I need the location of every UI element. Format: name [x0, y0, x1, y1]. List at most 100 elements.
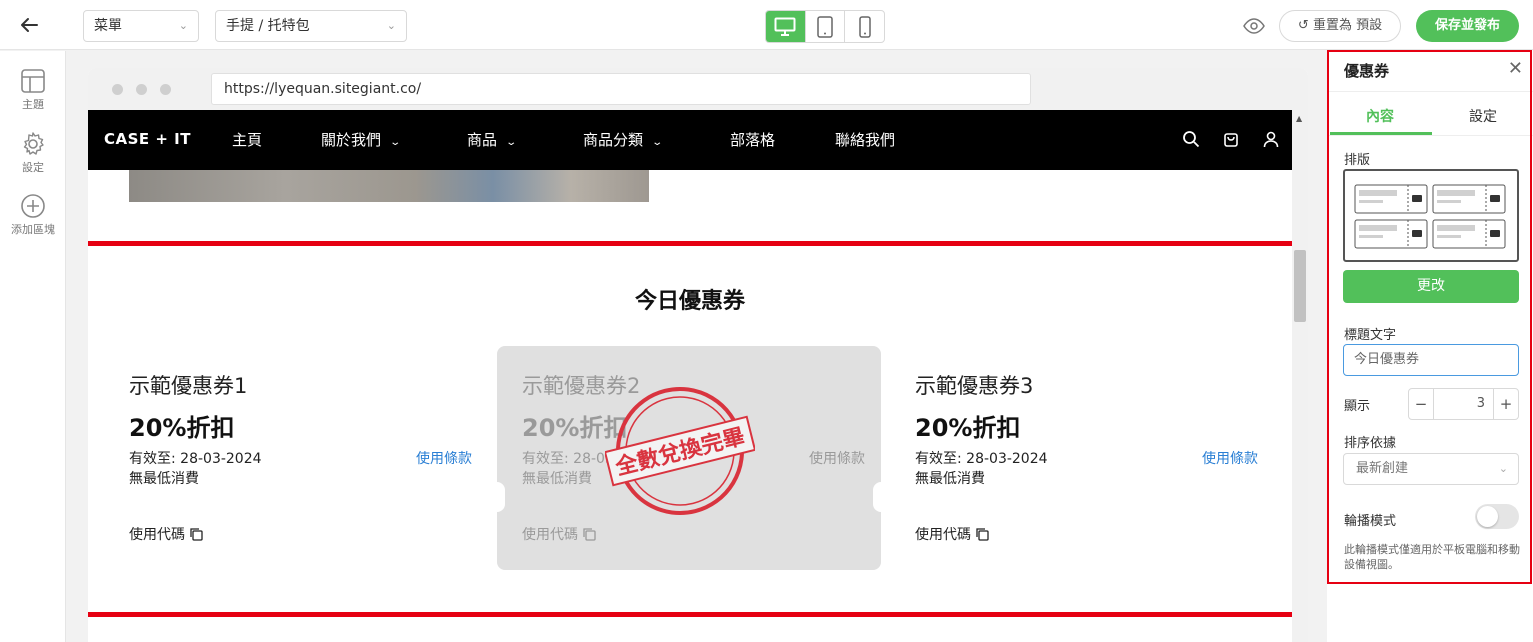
coupon-notch — [489, 482, 505, 512]
chevron-down-icon: ⌄ — [389, 137, 402, 148]
menu-select[interactable]: 菜單 ⌄ — [83, 10, 199, 42]
nav-label: 主頁 — [232, 131, 263, 149]
coupon-grid-icon — [1354, 184, 1506, 249]
nav-item-categories[interactable]: 商品分類 ⌄ — [583, 129, 664, 150]
increment-button[interactable]: + — [1494, 389, 1518, 419]
tablet-icon — [817, 15, 833, 38]
change-layout-button[interactable]: 更改 — [1343, 270, 1519, 303]
left-sidebar: 主題 設定 添加區塊 — [0, 51, 66, 642]
top-toolbar: 菜單 ⌄ 手提 / 托特包 ⌄ ↺ 重置為 預設 保存並發布 — [0, 0, 1533, 50]
gear-icon — [23, 132, 44, 155]
page-select-value: 手提 / 托特包 — [226, 18, 310, 34]
user-icon[interactable] — [1262, 130, 1280, 148]
chevron-down-icon: ⌄ — [386, 19, 396, 32]
coupon-settings-panel: 優惠券 ✕ 內容 設定 排版 更改 標題文字 今日優惠券 顯示 − 3 + 排序… — [1327, 50, 1533, 642]
coupon-valid-date: 有效至: 28-03-2024 — [129, 451, 262, 467]
back-arrow-icon[interactable] — [18, 14, 42, 38]
preview-eye-icon[interactable] — [1243, 15, 1265, 37]
chevron-down-icon: ⌄ — [505, 137, 518, 148]
tab-settings[interactable]: 設定 — [1433, 106, 1533, 126]
coupon-terms-link[interactable]: 使用條款 — [1202, 448, 1258, 468]
site-logo[interactable]: CASE + IT — [104, 130, 191, 148]
page-select[interactable]: 手提 / 托特包 ⌄ — [215, 10, 407, 42]
desktop-view-button[interactable] — [766, 11, 806, 42]
coupon-terms-link[interactable]: 使用條款 — [416, 448, 472, 468]
nav-item-about[interactable]: 關於我們 ⌄ — [321, 129, 402, 150]
sidebar-item-add-section[interactable]: 添加區塊 — [0, 193, 66, 237]
desktop-icon — [774, 17, 796, 36]
save-publish-button[interactable]: 保存並發布 — [1416, 10, 1519, 42]
scroll-thumb[interactable] — [1294, 250, 1306, 322]
copy-icon — [190, 528, 203, 541]
coupon-min-spend: 無最低消費 — [522, 471, 592, 487]
display-count-value[interactable]: 3 — [1433, 389, 1494, 419]
browser-bar: https://lyequan.sitegiant.co/ — [88, 68, 1308, 110]
chevron-down-icon: ⌄ — [178, 19, 188, 32]
coupon-code-label: 使用代碼 — [522, 527, 578, 543]
decrement-button[interactable]: − — [1409, 389, 1433, 419]
coupon-valid-date: 有效至: 28-03-2024 — [915, 451, 1048, 467]
layout-preview[interactable] — [1343, 169, 1519, 262]
coupon-use-code-button[interactable]: 使用代碼 — [915, 524, 989, 544]
coupon-card[interactable]: 示範優惠券3 20%折扣 有效至: 28-03-2024 無最低消費 使用條款 … — [890, 346, 1274, 570]
coupon-amount: 20%折扣 — [129, 414, 235, 442]
section-title: 今日優惠券 — [634, 289, 745, 314]
tablet-view-button[interactable] — [806, 11, 846, 42]
title-text-input[interactable]: 今日優惠券 — [1343, 344, 1519, 376]
mobile-view-button[interactable] — [845, 11, 884, 42]
chevron-down-icon: ⌄ — [651, 137, 664, 148]
nav-item-contact[interactable]: 聯絡我們 — [835, 129, 895, 150]
fully-redeemed-stamp: 全數兌換完畢 — [605, 387, 755, 515]
nav-item-home[interactable]: 主頁 — [232, 129, 262, 150]
sidebar-item-theme[interactable]: 主題 — [0, 68, 66, 112]
nav-item-blog[interactable]: 部落格 — [730, 129, 775, 150]
nav-label: 部落格 — [730, 131, 776, 149]
nav-label: 關於我們 — [321, 131, 382, 149]
selection-border-bottom — [88, 612, 1292, 617]
window-dot — [112, 84, 123, 95]
nav-label: 聯絡我們 — [835, 131, 896, 149]
coupon-use-code-button: 使用代碼 — [522, 524, 596, 544]
coupon-title: 示範優惠券3 — [915, 374, 1034, 398]
scroll-up-icon[interactable]: ▲ — [1296, 114, 1302, 123]
preview-scrollbar[interactable]: ▲ — [1292, 110, 1308, 642]
nav-item-products[interactable]: 商品 ⌄ — [467, 129, 518, 150]
selection-border-top — [88, 241, 1292, 246]
reset-label: 重置為 預設 — [1312, 18, 1383, 33]
coupon-card[interactable]: 示範優惠券1 20%折扣 有效至: 28-03-2024 無最低消費 使用條款 … — [104, 346, 488, 570]
sidebar-item-label: 添加區塊 — [11, 223, 55, 236]
coupon-use-code-button[interactable]: 使用代碼 — [129, 524, 203, 544]
reset-to-default-button[interactable]: ↺ 重置為 預設 — [1279, 10, 1401, 42]
tab-content[interactable]: 內容 — [1330, 106, 1430, 126]
shopping-bag-icon[interactable] — [1222, 130, 1240, 148]
divider — [1327, 135, 1533, 136]
coupon-code-label: 使用代碼 — [129, 527, 185, 543]
sort-select-value: 最新創建 — [1356, 461, 1409, 476]
search-icon[interactable] — [1182, 130, 1200, 148]
window-dot — [160, 84, 171, 95]
window-dot — [136, 84, 147, 95]
close-icon[interactable]: ✕ — [1508, 58, 1523, 79]
title-text-label: 標題文字 — [1344, 328, 1397, 343]
layout-label: 排版 — [1344, 153, 1371, 168]
add-circle-icon — [21, 194, 45, 218]
nav-label: 商品 — [467, 131, 498, 149]
sidebar-item-settings[interactable]: 設定 — [0, 131, 66, 175]
coupon-terms-link[interactable]: 使用條款 — [809, 448, 865, 468]
address-bar: https://lyequan.sitegiant.co/ — [211, 73, 1031, 105]
stamp-text: 全數兌換完畢 — [612, 423, 747, 480]
toggle-knob — [1477, 506, 1498, 527]
sidebar-item-label: 主題 — [22, 98, 44, 111]
coupon-notch — [873, 482, 889, 512]
coupon-min-spend: 無最低消費 — [129, 471, 199, 487]
chevron-down-icon: ⌄ — [1498, 462, 1508, 475]
carousel-label: 輪播模式 — [1344, 514, 1397, 529]
carousel-note: 此輪播模式僅適用於平板電腦和移動設備視圖。 — [1344, 543, 1520, 571]
divider — [1327, 91, 1533, 92]
device-switcher — [765, 10, 885, 43]
site-navbar: CASE + IT 主頁 關於我們 ⌄ 商品 ⌄ 商品分類 ⌄ 部落格 聯絡我們 — [88, 110, 1292, 170]
layout-icon — [21, 69, 45, 93]
coupon-code-label: 使用代碼 — [915, 527, 971, 543]
carousel-toggle[interactable] — [1475, 504, 1519, 529]
sort-select[interactable]: 最新創建 ⌄ — [1343, 453, 1519, 485]
